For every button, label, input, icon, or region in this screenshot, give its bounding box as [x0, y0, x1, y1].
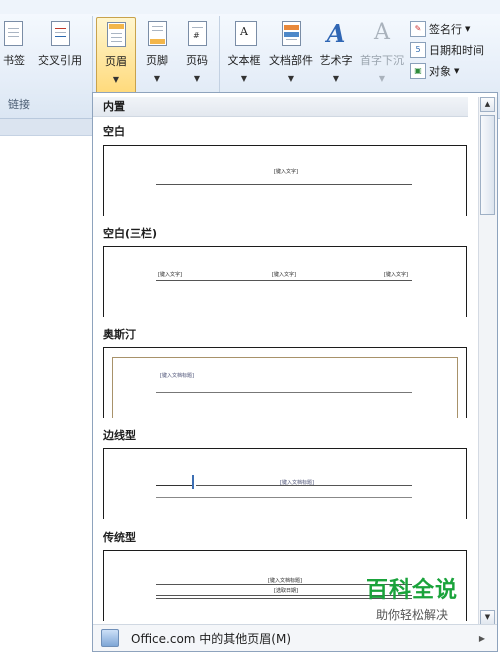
quick-parts-dropdown-arrow-icon: ▼ — [287, 74, 295, 83]
signature-line-dropdown-arrow-icon: ▼ — [465, 25, 471, 33]
submenu-arrow-icon: ▶ — [478, 633, 485, 643]
links-group-label: 链接 — [8, 98, 30, 111]
watermark-title: 百科全说 — [365, 578, 458, 603]
watermark-subtitle: 助你轻松解决 — [375, 608, 448, 622]
date-time-button[interactable]: 5 日期和时间 — [410, 41, 484, 59]
scroll-thumb[interactable] — [480, 115, 495, 215]
header-gallery-dropdown: 内置 空白 [键入文字] 空白(三栏) [键入文字] [键入文字] [键入文字]… — [92, 92, 498, 652]
gallery-scrollbar[interactable]: ▲ ▼ — [478, 97, 497, 625]
scroll-up-icon[interactable]: ▲ — [480, 97, 495, 112]
placeholder-text-left: [键入文字] — [158, 272, 182, 278]
header-button[interactable]: 页眉 ▼ — [96, 17, 136, 97]
header-dropdown-arrow-icon: ▼ — [112, 75, 120, 84]
sideline-bar — [192, 475, 194, 489]
wordart-dropdown-arrow-icon: ▼ — [332, 74, 340, 83]
footer-icon — [145, 20, 169, 48]
placeholder-text: [键入文档标题] — [160, 373, 194, 379]
page-number-label: 页码 — [186, 54, 208, 67]
placeholder-text-center: [键入文字] — [272, 272, 296, 278]
footer-button[interactable]: 页脚 ▼ — [138, 20, 176, 92]
builtin-section-heading: 内置 — [93, 97, 468, 117]
gallery-item-title-austin: 奥斯汀 — [103, 328, 136, 341]
object-icon: ▣ — [410, 63, 426, 79]
cross-reference-button[interactable]: 交叉引用 — [34, 20, 86, 92]
cross-reference-label: 交叉引用 — [38, 54, 82, 67]
bookmark-icon — [2, 20, 26, 48]
signature-line-label: 签名行 — [429, 23, 462, 36]
quick-parts-label: 文档部件 — [269, 54, 313, 67]
header-rule — [156, 184, 412, 185]
calendar-icon: 5 — [410, 42, 426, 58]
bottom-rule — [156, 497, 412, 498]
object-dropdown-arrow-icon: ▼ — [454, 67, 460, 75]
gallery-item-blank-three-column[interactable]: [键入文字] [键入文字] [键入文字] — [103, 246, 467, 317]
header-label: 页眉 — [105, 55, 127, 68]
scroll-down-icon[interactable]: ▼ — [480, 610, 495, 625]
austin-frame — [112, 357, 458, 418]
page-number-button[interactable]: # 页码 ▼ — [178, 20, 216, 92]
drop-cap-button[interactable]: A 首字下沉 ▼ — [357, 20, 407, 92]
gallery-item-title-sideline: 边线型 — [103, 429, 136, 442]
gallery-item-blank[interactable]: [键入文字] — [103, 145, 467, 216]
more-headers-from-office-menu-item[interactable]: Office.com 中的其他页眉(M) ▶ — [93, 624, 497, 651]
signature-line-icon: ✎ — [410, 21, 426, 37]
watermark: 百科全说 助你轻松解决 — [352, 572, 472, 623]
office-online-icon — [101, 629, 119, 647]
header-rule — [196, 485, 412, 486]
gallery-item-sideline[interactable]: [键入文档标题] — [103, 448, 467, 519]
drop-cap-dropdown-arrow-icon: ▼ — [378, 74, 386, 83]
bookmark-button[interactable]: 书签 — [0, 20, 28, 92]
text-box-icon: A — [232, 20, 257, 48]
footer-label: 页脚 — [146, 54, 168, 67]
signature-line-button[interactable]: ✎ 签名行 ▼ — [410, 20, 470, 38]
gallery-item-title-blank-three-column: 空白(三栏) — [103, 227, 158, 240]
drop-cap-label: 首字下沉 — [360, 54, 404, 67]
gallery-item-title-traditional: 传统型 — [103, 531, 136, 544]
text-box-dropdown-arrow-icon: ▼ — [240, 74, 248, 83]
text-box-label: 文本框 — [227, 54, 261, 67]
date-time-label: 日期和时间 — [429, 44, 484, 57]
placeholder-text: [键入文字] — [274, 169, 298, 175]
more-headers-label: Office.com 中的其他页眉(M) — [131, 631, 292, 646]
wordart-button[interactable]: A 艺术字 ▼ — [317, 20, 355, 92]
placeholder-text-right: [键入文字] — [384, 272, 408, 278]
page-number-icon: # — [185, 20, 209, 48]
text-box-button[interactable]: A 文本框 ▼ — [222, 20, 266, 92]
footer-dropdown-arrow-icon: ▼ — [153, 74, 161, 83]
bookmark-label: 书签 — [3, 54, 25, 67]
wordart-icon: A — [326, 19, 346, 48]
ribbon-top-strip — [0, 0, 500, 14]
gallery-item-austin[interactable]: [键入文档标题] — [103, 347, 467, 418]
quick-parts-button[interactable]: 文档部件 ▼ — [266, 20, 316, 92]
header-rule — [156, 392, 412, 393]
header-rule — [156, 280, 412, 281]
wordart-label: 艺术字 — [319, 54, 353, 67]
header-icon — [104, 21, 128, 49]
gallery-item-title-blank: 空白 — [103, 125, 125, 138]
quick-parts-icon — [279, 20, 303, 48]
drop-cap-icon: A — [374, 20, 390, 45]
left-rule — [156, 485, 192, 486]
object-button[interactable]: ▣ 对象 ▼ — [410, 62, 459, 80]
placeholder-date: [选取日期] — [274, 588, 298, 594]
cross-reference-icon — [48, 20, 72, 48]
placeholder-text: [键入文档标题] — [268, 578, 302, 584]
page-number-dropdown-arrow-icon: ▼ — [193, 74, 201, 83]
object-label: 对象 — [429, 65, 451, 78]
document-ruler-strip — [0, 119, 92, 136]
